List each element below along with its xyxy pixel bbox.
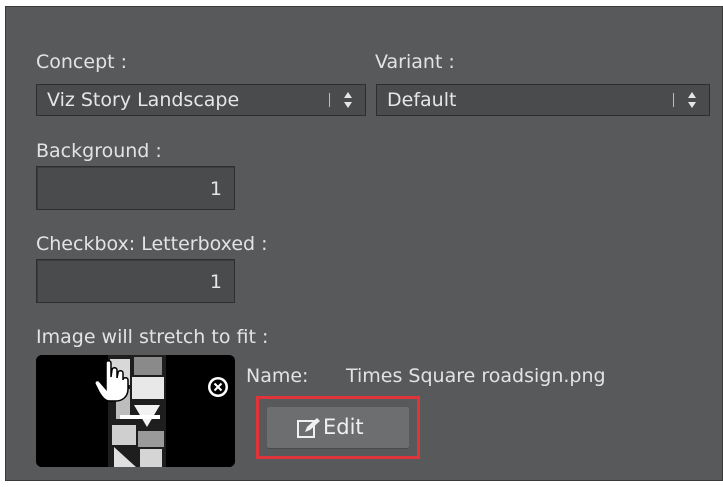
edit-button[interactable]: Edit [267,407,409,448]
up-down-arrows-icon [688,92,696,108]
image-name-label: Name: [246,365,309,387]
concept-label: Concept : [36,51,128,73]
template-properties-panel: Concept : Viz Story Landscape Variant : … [5,6,723,481]
concept-select-value: Viz Story Landscape [47,89,240,111]
image-thumbnail[interactable] [36,355,235,467]
variant-select-value: Default [387,89,457,111]
letterboxed-input[interactable]: 1 [36,259,235,303]
select-divider [673,93,674,107]
background-input[interactable]: 1 [36,166,235,210]
concept-select[interactable]: Viz Story Landscape [36,84,366,116]
edit-highlight-box: Edit [256,396,420,459]
hand-cursor-icon [94,360,129,402]
roadsign-image [36,355,235,467]
variant-select[interactable]: Default [376,84,710,116]
image-label: Image will stretch to fit : [36,326,269,348]
image-name-value: Times Square roadsign.png [346,365,606,387]
edit-icon [297,418,320,438]
letterboxed-label: Checkbox: Letterboxed : [36,233,268,255]
close-icon[interactable] [207,376,229,398]
background-label: Background : [36,140,162,162]
edit-button-label: Edit [323,415,364,439]
up-down-arrows-icon [344,92,352,108]
variant-label: Variant : [375,51,455,73]
select-divider [329,93,330,107]
